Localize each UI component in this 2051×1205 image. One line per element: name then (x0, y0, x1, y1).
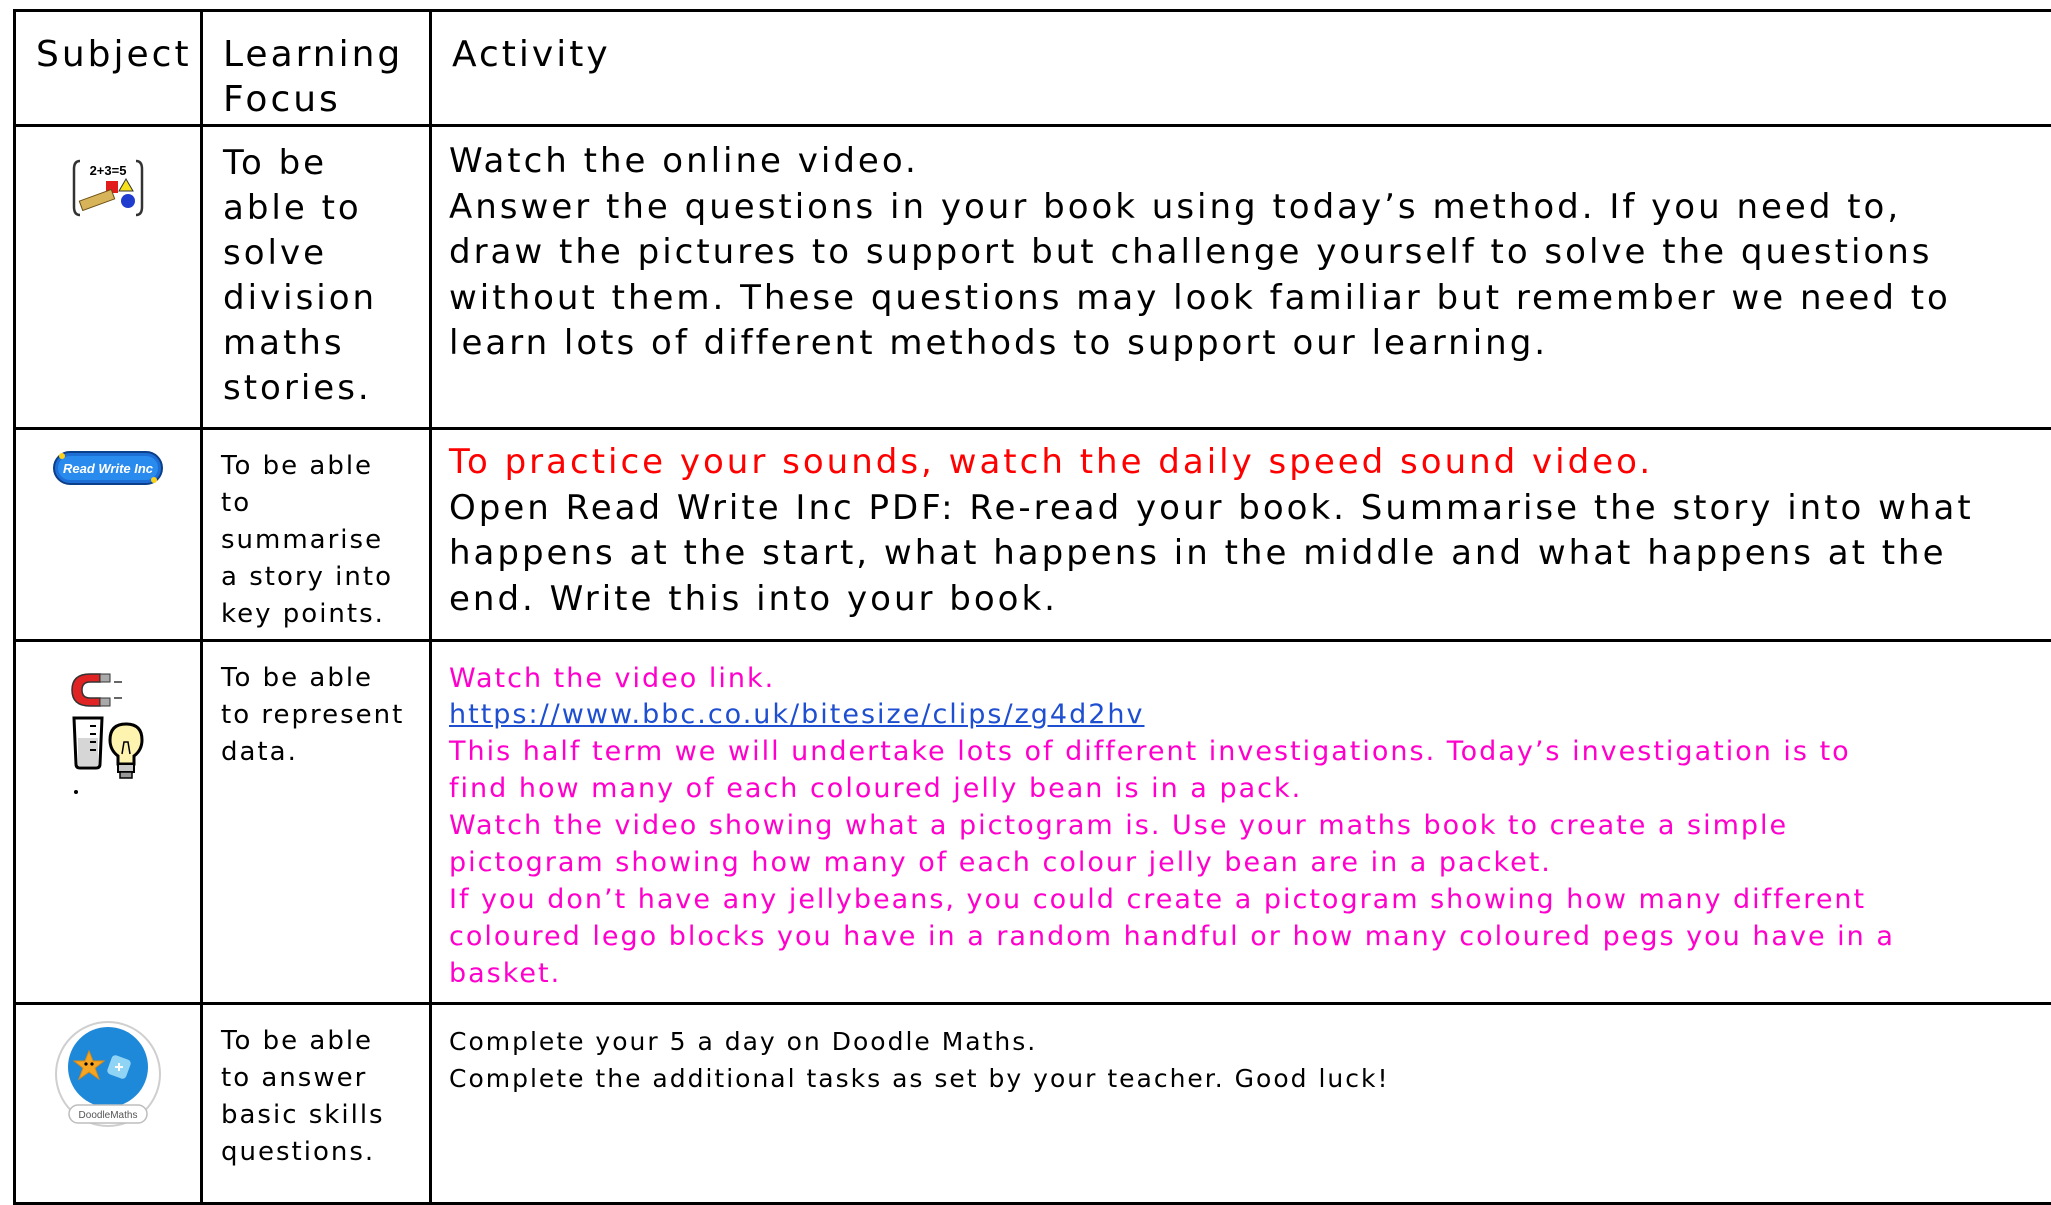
science-icon (66, 668, 150, 798)
header-row: Subject LearningFocus Activity (15, 11, 2051, 126)
table-row: Read Write Inc To be able to summarise a… (15, 429, 2051, 641)
activity-cell: To practice your sounds, watch the daily… (431, 429, 2051, 641)
svg-text:2+3=5: 2+3=5 (90, 163, 127, 178)
subject-cell: 2+3=5 (15, 126, 202, 429)
doodlemaths-logo: DoodleMaths (53, 1019, 163, 1129)
header-learning-focus: LearningFocus (202, 11, 431, 126)
header-subject: Subject (15, 11, 202, 126)
activity-cell: Watch the video link. https://www.bbc.co… (431, 641, 2051, 1004)
table-row: To be able to represent data. Watch the … (15, 641, 2051, 1004)
learning-focus: To be able to represent data. (202, 641, 431, 1004)
subject-cell: Read Write Inc (15, 429, 202, 641)
maths-icon: 2+3=5 (70, 155, 146, 221)
table-row: 2+3=5 To be able to solve division maths… (15, 126, 2051, 429)
subject-cell: DoodleMaths (15, 1004, 202, 1204)
learning-focus: To be able to answer basic skills questi… (202, 1004, 431, 1204)
read-write-inc-logo: Read Write Inc (52, 448, 164, 488)
activity-cell: Watch the online video. Answer the quest… (431, 126, 2051, 429)
table-row: DoodleMaths To be able to answer basic s… (15, 1004, 2051, 1204)
subject-cell (15, 641, 202, 1004)
header-activity: Activity (431, 11, 2051, 126)
learning-focus: To be able to solve division maths stori… (202, 126, 431, 429)
learning-focus: To be able to summarise a story into key… (202, 429, 431, 641)
lesson-plan-table: Subject LearningFocus Activity 2+3=5 To … (13, 9, 2051, 1205)
svg-text:Read Write Inc: Read Write Inc (63, 461, 154, 476)
activity-cell: Complete your 5 a day on Doodle Maths. C… (431, 1004, 2051, 1204)
svg-text:DoodleMaths: DoodleMaths (79, 1110, 138, 1121)
bitesize-video-link[interactable]: https://www.bbc.co.uk/bitesize/clips/zg4… (449, 699, 1145, 730)
